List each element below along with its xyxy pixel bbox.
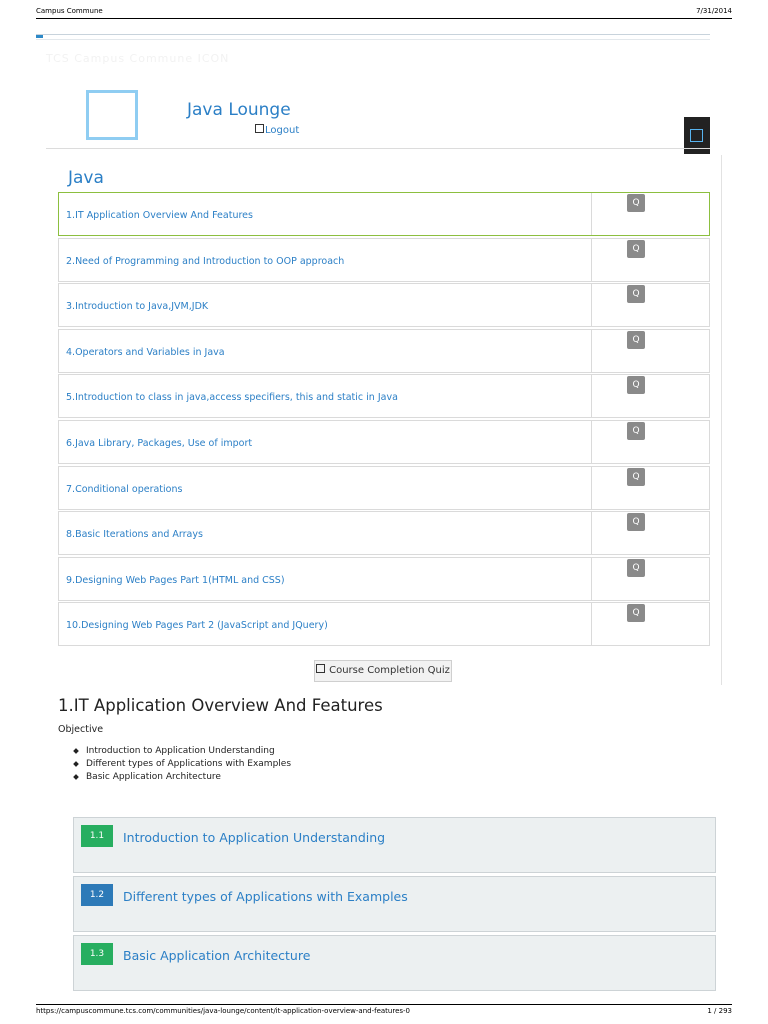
content-title: 1.IT Application Overview And Features xyxy=(58,696,383,715)
lesson-link[interactable]: 10.Designing Web Pages Part 2 (JavaScrip… xyxy=(66,620,328,631)
lesson-row[interactable]: 3.Introduction to Java,JVM,JDK Q xyxy=(58,283,710,328)
lesson-link[interactable]: 7.Conditional operations xyxy=(66,484,182,495)
print-date: 7/31/2014 xyxy=(696,7,732,15)
row-divider xyxy=(591,329,592,372)
objective-label: Objective xyxy=(58,724,104,735)
lesson-row[interactable]: 10.Designing Web Pages Part 2 (JavaScrip… xyxy=(58,602,710,647)
quiz-icon[interactable]: Q xyxy=(627,513,645,532)
course-completion-quiz-button[interactable]: Course Completion Quiz xyxy=(314,660,452,682)
quiz-icon[interactable]: Q xyxy=(627,558,645,577)
lesson-row[interactable]: 4.Operators and Variables in Java Q xyxy=(58,328,710,373)
topic-card[interactable]: 1.3 Basic Application Architecture xyxy=(73,935,716,991)
topic-link[interactable]: Introduction to Application Understandin… xyxy=(123,830,385,845)
course-completion-quiz-label: Course Completion Quiz xyxy=(329,665,450,676)
objective-list: Introduction to Application Understandin… xyxy=(74,745,291,784)
print-header: Campus Commune 7/31/2014 xyxy=(36,6,732,19)
lesson-row[interactable]: 6.Java Library, Packages, Use of import … xyxy=(58,419,710,464)
lesson-row[interactable]: 7.Conditional operations Q xyxy=(58,465,710,510)
lesson-row[interactable]: 5.Introduction to class in java,access s… xyxy=(58,374,710,419)
top-nav-bar xyxy=(36,34,710,40)
print-url: https://campuscommune.tcs.com/communitie… xyxy=(36,1007,411,1015)
quiz-icon[interactable]: Q xyxy=(627,376,645,395)
row-divider xyxy=(591,603,592,646)
quiz-icon[interactable]: Q xyxy=(627,239,645,258)
topic-number-badge: 1.3 xyxy=(81,943,113,965)
quiz-icon[interactable]: Q xyxy=(627,604,645,623)
lesson-link[interactable]: 5.Introduction to class in java,access s… xyxy=(66,392,398,403)
section-title: Java xyxy=(68,168,104,188)
row-divider xyxy=(591,466,592,509)
topic-card[interactable]: 1.2 Different types of Applications with… xyxy=(73,876,716,932)
lesson-list: 1.IT Application Overview And Features Q… xyxy=(58,192,710,648)
community-logo-icon[interactable] xyxy=(86,90,138,140)
row-divider xyxy=(591,238,592,281)
site-banner-text: TCS Campus Commune ICON xyxy=(46,52,230,65)
quiz-icon[interactable]: Q xyxy=(627,421,645,440)
lesson-row[interactable]: 2.Need of Programming and Introduction t… xyxy=(58,237,710,282)
lesson-row[interactable]: 8.Basic Iterations and Arrays Q xyxy=(58,511,710,556)
lesson-link[interactable]: 9.Designing Web Pages Part 1(HTML and CS… xyxy=(66,575,285,586)
row-divider xyxy=(591,193,592,235)
quiz-icon[interactable]: Q xyxy=(627,330,645,349)
quiz-icon[interactable]: Q xyxy=(627,467,645,486)
lesson-link[interactable]: 1.IT Application Overview And Features xyxy=(66,210,253,221)
row-divider xyxy=(591,284,592,327)
row-divider xyxy=(591,557,592,600)
print-page-number: 1 / 293 xyxy=(707,1007,732,1015)
header-divider xyxy=(46,148,710,149)
topic-number-badge: 1.1 xyxy=(81,825,113,847)
top-nav-indicator xyxy=(36,35,43,38)
row-divider xyxy=(591,420,592,463)
topic-card[interactable]: 1.1 Introduction to Application Understa… xyxy=(73,817,716,873)
row-divider xyxy=(591,375,592,418)
print-site-name: Campus Commune xyxy=(36,7,103,15)
quiz-icon[interactable]: Q xyxy=(627,194,645,212)
lesson-row[interactable]: 9.Designing Web Pages Part 1(HTML and CS… xyxy=(58,556,710,601)
objective-item: Basic Application Architecture xyxy=(74,771,291,784)
logout-link[interactable]: Logout xyxy=(255,124,299,136)
checkbox-icon xyxy=(316,664,326,673)
objective-item: Introduction to Application Understandin… xyxy=(74,745,291,758)
lesson-row[interactable]: 1.IT Application Overview And Features Q xyxy=(58,192,710,236)
lesson-link[interactable]: 8.Basic Iterations and Arrays xyxy=(66,529,203,540)
content-right-border xyxy=(721,155,722,685)
topic-number-badge: 1.2 xyxy=(81,884,113,906)
topic-link[interactable]: Basic Application Architecture xyxy=(123,948,310,963)
row-divider xyxy=(591,512,592,555)
topic-link[interactable]: Different types of Applications with Exa… xyxy=(123,889,408,904)
logout-label: Logout xyxy=(265,125,300,136)
objective-item: Different types of Applications with Exa… xyxy=(74,758,291,771)
lounge-title[interactable]: Java Lounge xyxy=(187,100,291,120)
lesson-link[interactable]: 2.Need of Programming and Introduction t… xyxy=(66,256,344,267)
lesson-link[interactable]: 3.Introduction to Java,JVM,JDK xyxy=(66,301,208,312)
lesson-link[interactable]: 4.Operators and Variables in Java xyxy=(66,347,225,358)
print-footer: https://campuscommune.tcs.com/communitie… xyxy=(36,1004,732,1017)
logout-icon xyxy=(255,124,264,133)
quiz-icon[interactable]: Q xyxy=(627,285,645,304)
menu-icon xyxy=(690,129,703,142)
lesson-link[interactable]: 6.Java Library, Packages, Use of import xyxy=(66,438,252,449)
